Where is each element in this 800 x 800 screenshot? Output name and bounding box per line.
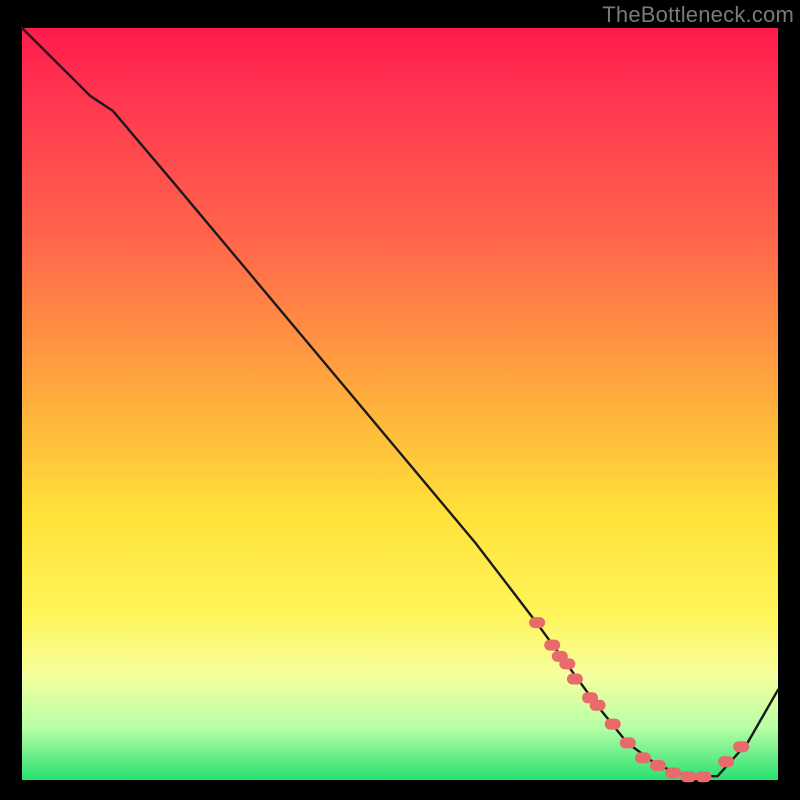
marker-dot xyxy=(544,640,560,651)
curve-svg xyxy=(22,28,778,780)
marker-dot xyxy=(695,771,711,782)
marker-dot xyxy=(590,700,606,711)
watermark-text: TheBottleneck.com xyxy=(602,2,794,28)
marker-group xyxy=(529,617,749,782)
marker-dot xyxy=(650,760,666,771)
marker-dot xyxy=(718,756,734,767)
marker-dot xyxy=(733,741,749,752)
chart-stage: TheBottleneck.com xyxy=(0,0,800,800)
marker-dot xyxy=(680,771,696,782)
marker-dot xyxy=(635,752,651,763)
marker-dot xyxy=(529,617,545,628)
marker-dot xyxy=(567,674,583,685)
marker-dot xyxy=(559,658,575,669)
marker-dot xyxy=(620,737,636,748)
marker-dot xyxy=(665,768,681,779)
bottleneck-curve xyxy=(22,28,778,776)
plot-area xyxy=(22,28,778,780)
marker-dot xyxy=(605,719,621,730)
